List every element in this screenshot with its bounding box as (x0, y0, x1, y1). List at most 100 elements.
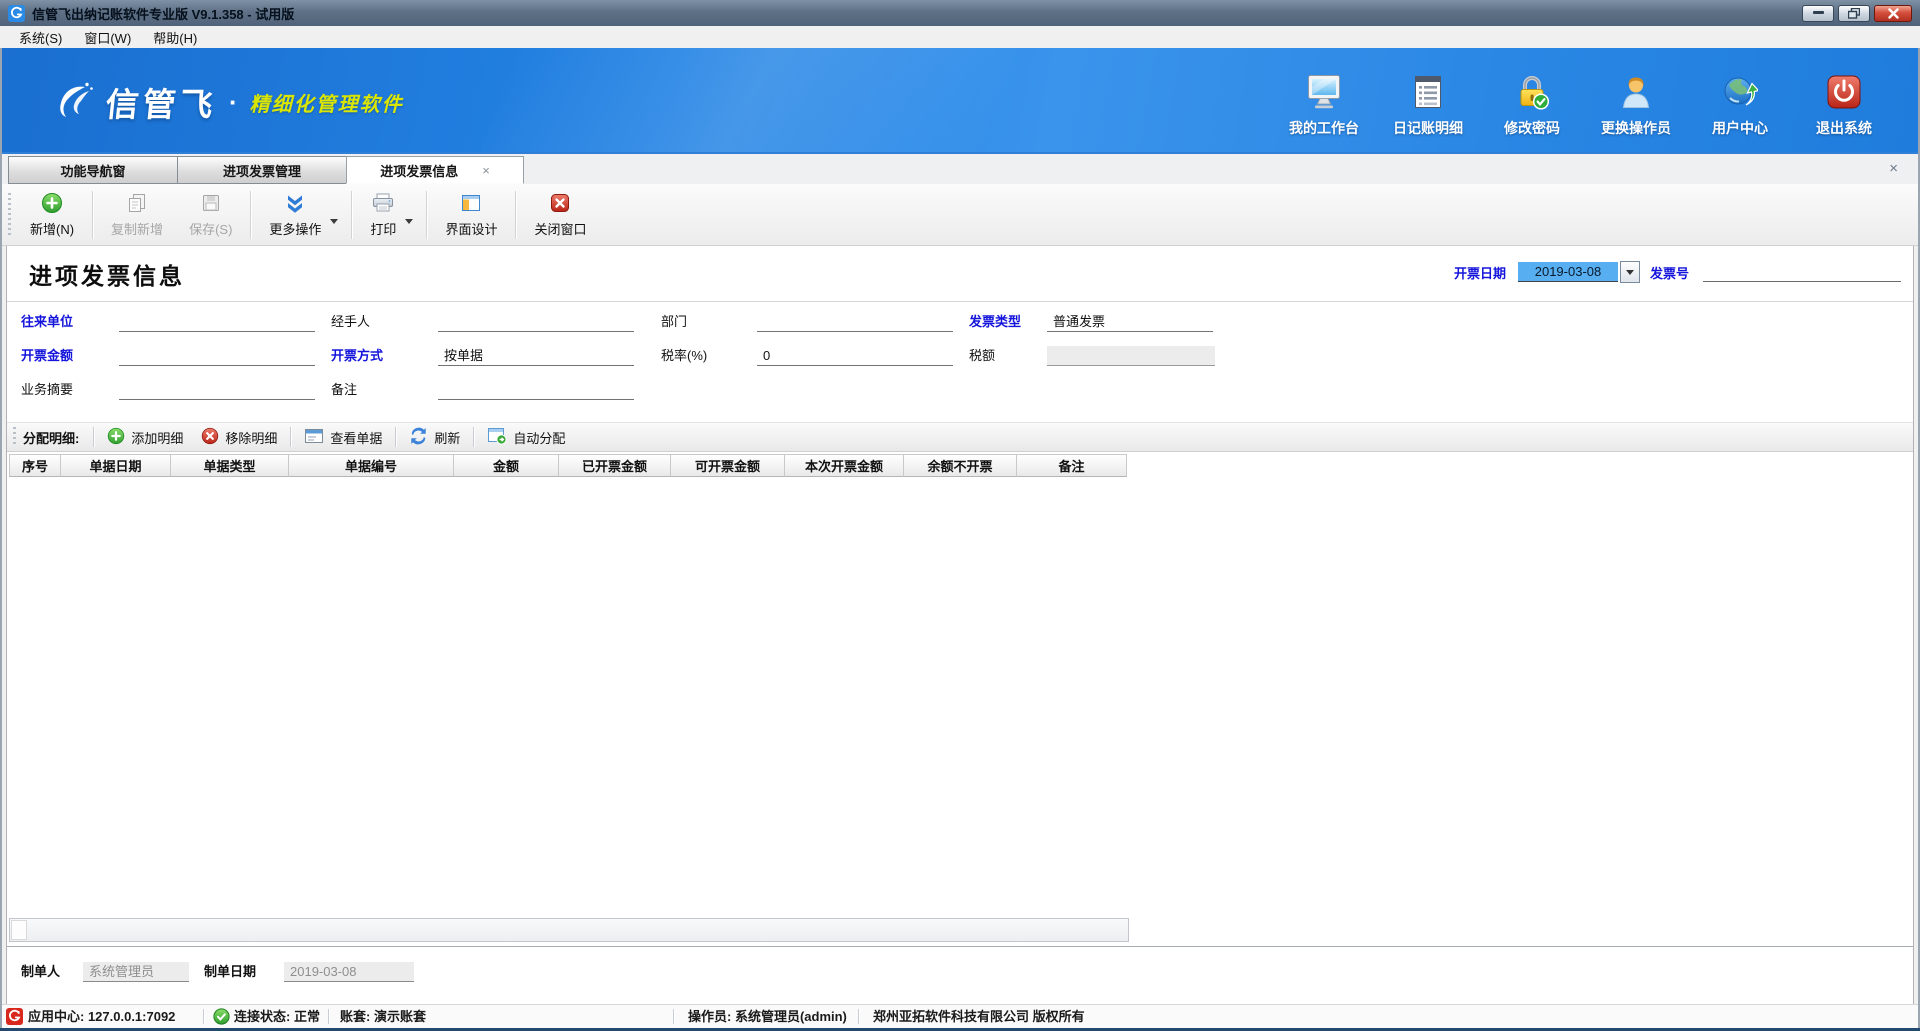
handler-input[interactable] (438, 312, 634, 332)
invoice-no-input[interactable] (1703, 262, 1901, 282)
banner: 信管飞 · 精细化管理软件 我的工作台 日记账明细 (0, 48, 1920, 154)
minimize-button[interactable] (1802, 5, 1834, 22)
detail-button-auto-assign[interactable]: 自动分配 (478, 424, 574, 451)
grid-column-header[interactable]: 可开票金额 (671, 454, 785, 477)
grid-column-header[interactable]: 已开票金额 (559, 454, 671, 477)
print-dropdown-arrow[interactable] (405, 219, 413, 224)
tab-invoice-management[interactable]: 进项发票管理 (177, 156, 347, 184)
horizontal-scrollbar[interactable] (9, 918, 1129, 942)
grid-bottom-border (7, 946, 1913, 947)
toolbar-button-save[interactable]: 保存(S) (176, 185, 245, 244)
save-icon (200, 191, 222, 215)
quick-action-switch-operator[interactable]: 更换操作员 (1584, 74, 1688, 138)
detail-button-view-doc[interactable]: 查看单据 (295, 424, 391, 451)
grid-column-header[interactable]: 备注 (1017, 454, 1127, 477)
handler-label: 经手人 (331, 312, 370, 332)
remark-input[interactable] (438, 380, 634, 400)
chevron-down-icon (1626, 270, 1634, 275)
grid-column-header[interactable]: 单据日期 (61, 454, 171, 477)
toolbar-separator (515, 191, 516, 239)
titlebar: 信管飞出纳记账软件专业版 V9.1.358 - 试用版 (0, 0, 1920, 26)
invoice-type-label: 发票类型 (969, 312, 1021, 332)
monitor-icon (1305, 74, 1343, 113)
toolbar-button-close-window[interactable]: 关闭窗口 (521, 185, 599, 244)
menu-item-system[interactable]: 系统(S) (8, 26, 73, 49)
department-input[interactable] (757, 312, 953, 332)
tab-function-nav[interactable]: 功能导航窗 (8, 156, 178, 184)
grid-column-header[interactable]: 序号 (9, 454, 61, 477)
toolbar-grip[interactable] (8, 193, 11, 237)
detail-button-add[interactable]: 添加明细 (98, 424, 192, 451)
close-all-tabs-button[interactable]: × (1889, 160, 1898, 177)
detail-button-remove[interactable]: 移除明细 (192, 424, 286, 451)
window-left-edge (0, 48, 2, 1028)
toolbar-button-more-actions[interactable]: 更多操作 (256, 185, 334, 244)
scrollbar-thumb[interactable] (11, 920, 27, 940)
quick-action-journal-detail[interactable]: 日记账明细 (1376, 74, 1480, 138)
app-logo-icon (8, 5, 25, 22)
partner-input[interactable] (119, 312, 315, 332)
invoice-type-input[interactable]: 普通发票 (1047, 312, 1213, 332)
brand-tagline: 精细化管理软件 (250, 88, 404, 117)
status-app-center: 应用中心: 127.0.0.1:7092 (28, 1008, 175, 1026)
padlock-check-icon (1514, 74, 1550, 113)
status-operator: 操作员: 系统管理员(admin) (688, 1008, 847, 1026)
menu-item-help[interactable]: 帮助(H) (142, 26, 208, 49)
layout-design-icon (460, 191, 482, 215)
page-header: 进项发票信息 开票日期 2019-03-08 发票号 (7, 246, 1913, 302)
toolbar-button-ui-design[interactable]: 界面设计 (432, 185, 510, 244)
invoice-method-input[interactable]: 按单据 (438, 346, 634, 366)
main-toolbar: 新增(N) 复制新增 保存(S) 更多操作 打印 界面设计 关闭窗口 (0, 184, 1920, 246)
brand-separator: · (229, 87, 238, 118)
power-icon (1826, 74, 1862, 113)
view-document-icon (304, 427, 324, 448)
journal-list-icon (1411, 74, 1445, 113)
department-label: 部门 (661, 312, 687, 332)
tax-rate-input[interactable]: 0 (757, 346, 953, 366)
grid-column-header[interactable]: 本次开票金额 (785, 454, 904, 477)
detail-toolbar-grip[interactable] (13, 427, 16, 447)
status-account-set: 账套: 演示账套 (340, 1008, 426, 1026)
invoice-date-value[interactable]: 2019-03-08 (1518, 262, 1618, 282)
refresh-icon (409, 427, 428, 448)
detail-grid-body (9, 477, 1127, 917)
restore-button[interactable] (1838, 5, 1870, 22)
tab-bar: 功能导航窗 进项发票管理 进项发票信息 × × (0, 156, 1920, 184)
creator-readonly-field: 系统管理员 (83, 962, 189, 982)
quick-action-my-workspace[interactable]: 我的工作台 (1272, 74, 1376, 138)
business-summary-input[interactable] (119, 380, 315, 400)
quick-action-user-center[interactable]: 用户中心 (1688, 74, 1792, 138)
grid-column-header[interactable]: 余额不开票 (904, 454, 1017, 477)
close-button[interactable] (1874, 5, 1912, 22)
invoice-amount-input[interactable] (119, 346, 315, 366)
grid-column-header[interactable]: 单据类型 (171, 454, 289, 477)
toolbar-button-new[interactable]: 新增(N) (17, 185, 87, 244)
quick-action-exit-system[interactable]: 退出系统 (1792, 74, 1896, 138)
menu-item-window[interactable]: 窗口(W) (73, 26, 142, 49)
partner-label: 往来单位 (21, 312, 73, 332)
printer-icon (371, 191, 395, 215)
invoice-date-dropdown-button[interactable] (1620, 261, 1640, 283)
detail-grid-header: 序号 单据日期 单据类型 单据编号 金额 已开票金额 可开票金额 本次开票金额 … (9, 454, 1127, 477)
detail-toolbar: 分配明细: 添加明细 移除明细 查看单据 刷新 自动分配 (7, 422, 1913, 452)
invoice-date-picker[interactable]: 2019-03-08 (1518, 261, 1640, 283)
quick-action-change-password[interactable]: 修改密码 (1480, 74, 1584, 138)
creator-label: 制单人 (21, 962, 60, 982)
tab-invoice-info[interactable]: 进项发票信息 × (346, 156, 524, 184)
grid-column-header[interactable]: 金额 (454, 454, 559, 477)
operator-user-icon (1618, 74, 1654, 113)
created-date-label: 制单日期 (204, 962, 256, 982)
toolbar-button-copy-new[interactable]: 复制新增 (98, 185, 176, 244)
status-connection: 连接状态: 正常 (234, 1008, 320, 1026)
restore-icon (1848, 8, 1860, 19)
grid-column-header[interactable]: 单据编号 (289, 454, 454, 477)
business-summary-label: 业务摘要 (21, 380, 73, 400)
close-window-icon (549, 191, 571, 215)
invoice-method-label: 开票方式 (331, 346, 383, 366)
toolbar-button-print[interactable]: 打印 (357, 185, 409, 244)
more-actions-dropdown-arrow[interactable] (330, 219, 338, 224)
tab-close-icon[interactable]: × (482, 163, 490, 178)
close-icon (1888, 8, 1899, 19)
detail-button-refresh[interactable]: 刷新 (400, 424, 469, 451)
minimize-icon (1813, 11, 1824, 15)
